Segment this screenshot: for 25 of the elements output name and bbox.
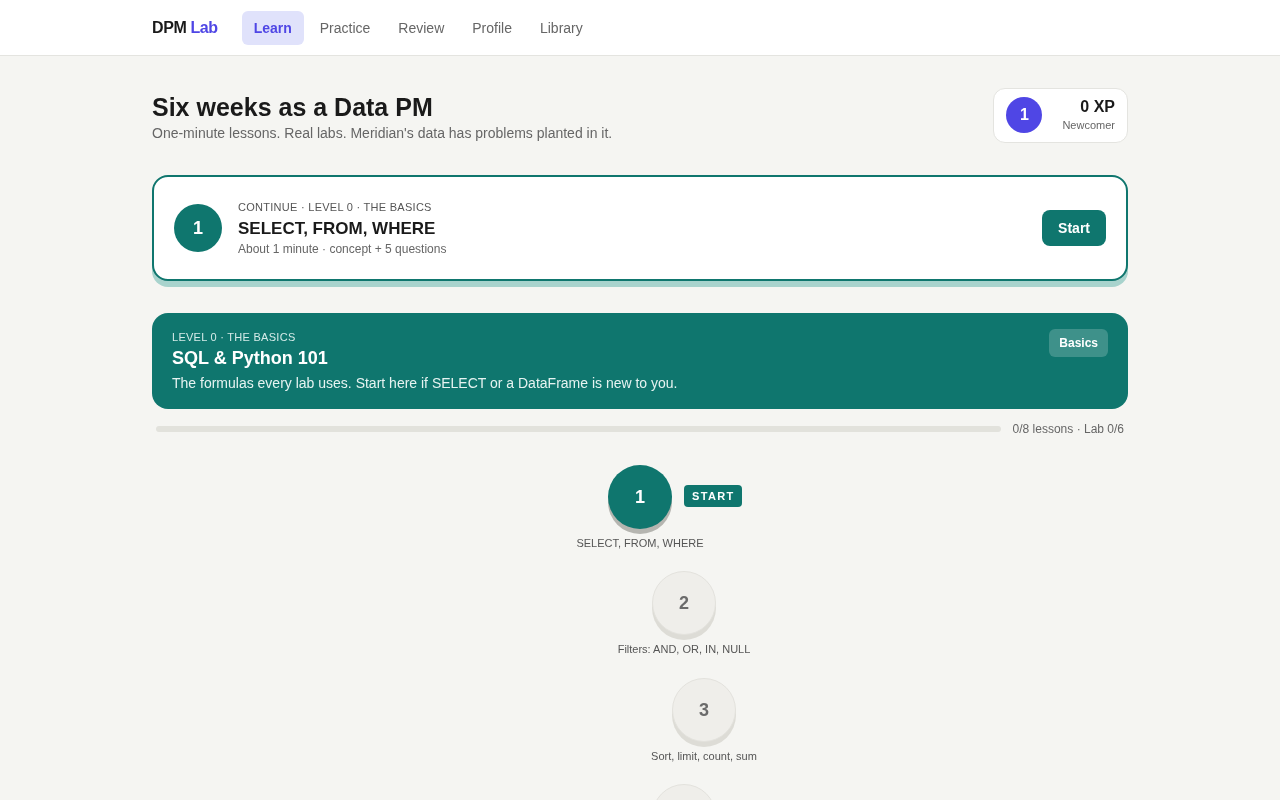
start-button[interactable]: Start <box>1042 210 1106 247</box>
page-subtitle: One-minute lessons. Real labs. Meridian's data has problems planted in it. <box>152 124 613 144</box>
unit-eyebrow: LEVEL 0 · THE BASICS <box>172 330 297 346</box>
lesson-label: Filters: AND, OR, IN, NULL <box>617 642 751 657</box>
level-badge: 1 <box>1006 97 1043 134</box>
lesson-meta: About 1 minute · concept + 5 questions <box>238 241 448 258</box>
lesson-label: Sort, limit, count, sum <box>651 748 757 764</box>
progress-reading: 0/8 lessons · Lab 0/6 <box>1012 420 1124 437</box>
page-title: Six weeks as a Data PM <box>152 92 434 123</box>
brand-logo[interactable]: DPM Lab <box>152 15 218 40</box>
lesson-label: SELECT, FROM, WHERE <box>576 535 704 551</box>
lesson-number: 1 <box>174 204 222 253</box>
nav-tab[interactable]: Practice <box>307 10 383 45</box>
lesson-eyebrow: CONTINUE · LEVEL 0 · THE BASICS <box>238 200 433 216</box>
nav-tab[interactable]: Library <box>527 10 595 45</box>
nav-tab[interactable]: Profile <box>460 10 524 45</box>
start-badge[interactable]: START <box>684 484 743 507</box>
unit-tag: Basics <box>1049 329 1108 358</box>
nav-tab[interactable]: Review <box>386 10 457 45</box>
unit-title: SQL & Python 101 <box>172 346 329 370</box>
nav-tab[interactable]: Learn <box>241 10 304 45</box>
unit-description: The formulas every lab uses. Start here if SELECT or a DataFrame is new to you. <box>172 373 678 393</box>
lesson-title: SELECT, FROM, WHERE <box>238 217 437 240</box>
rank-label: Newcomer <box>1062 118 1115 133</box>
xp-total: 0 XP <box>1080 97 1115 117</box>
